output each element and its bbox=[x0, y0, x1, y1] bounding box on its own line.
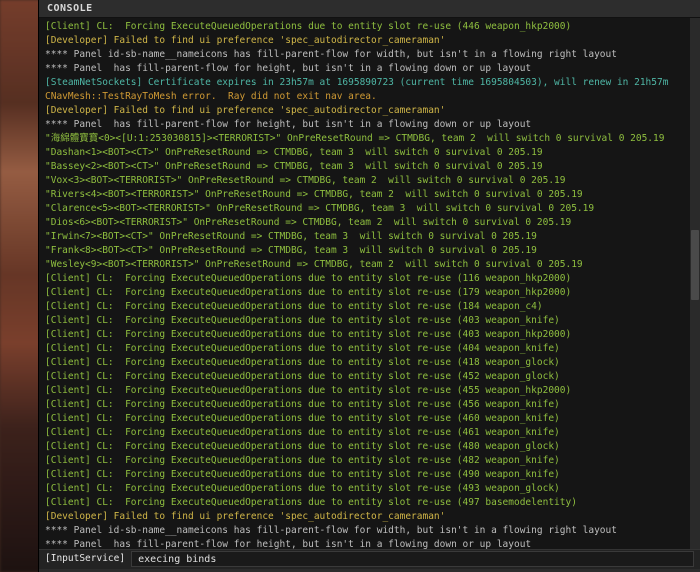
log-line: [Developer] Failed to find ui preference… bbox=[45, 34, 696, 48]
input-service-tag: [InputService] bbox=[45, 552, 125, 566]
console-log-area[interactable]: [Client] CL: Forcing ExecuteQueuedOperat… bbox=[39, 18, 700, 549]
log-line: [Client] CL: Forcing ExecuteQueuedOperat… bbox=[45, 342, 696, 356]
log-line: [Developer] Failed to find ui preference… bbox=[45, 104, 696, 118]
console-title-bar[interactable]: CONSOLE bbox=[39, 0, 700, 18]
log-line: [Client] CL: Forcing ExecuteQueuedOperat… bbox=[45, 356, 696, 370]
console-footer bbox=[39, 569, 700, 572]
log-line: "Irwin<7><BOT><CT>" OnPreResetRound => C… bbox=[45, 230, 696, 244]
log-line: "海綿體寶寶<0><[U:1:253030815]><TERRORIST>" O… bbox=[45, 132, 696, 146]
console-window: CONSOLE [Client] CL: Forcing ExecuteQueu… bbox=[38, 0, 700, 572]
log-line: [Client] CL: Forcing ExecuteQueuedOperat… bbox=[45, 300, 696, 314]
log-line: "Clarence<5><BOT><TERRORIST>" OnPreReset… bbox=[45, 202, 696, 216]
console-title: CONSOLE bbox=[47, 3, 93, 14]
log-line: "Wesley<9><BOT><TERRORIST>" OnPreResetRo… bbox=[45, 258, 696, 272]
log-line: [Client] CL: Forcing ExecuteQueuedOperat… bbox=[45, 370, 696, 384]
log-line: [Client] CL: Forcing ExecuteQueuedOperat… bbox=[45, 412, 696, 426]
background-strip bbox=[0, 0, 42, 572]
log-line: "Frank<8><BOT><CT>" OnPreResetRound => C… bbox=[45, 244, 696, 258]
log-line: [Developer] Failed to find ui preference… bbox=[45, 510, 696, 524]
log-line: "Vox<3><BOT><TERRORIST>" OnPreResetRound… bbox=[45, 174, 696, 188]
log-line: **** Panel has fill-parent-flow for heig… bbox=[45, 118, 696, 132]
log-line: [Client] CL: Forcing ExecuteQueuedOperat… bbox=[45, 482, 696, 496]
log-line: [Client] CL: Forcing ExecuteQueuedOperat… bbox=[45, 286, 696, 300]
log-line: [Client] CL: Forcing ExecuteQueuedOperat… bbox=[45, 328, 696, 342]
log-lines-container: [Client] CL: Forcing ExecuteQueuedOperat… bbox=[45, 20, 696, 549]
log-line: [Client] CL: Forcing ExecuteQueuedOperat… bbox=[45, 454, 696, 468]
log-line: **** Panel has fill-parent-flow for heig… bbox=[45, 538, 696, 549]
log-line: "Dashan<1><BOT><CT>" OnPreResetRound => … bbox=[45, 146, 696, 160]
console-command-input[interactable] bbox=[131, 551, 694, 567]
log-line: [Client] CL: Forcing ExecuteQueuedOperat… bbox=[45, 496, 696, 510]
log-line: "Bassey<2><BOT><CT>" OnPreResetRound => … bbox=[45, 160, 696, 174]
log-line: [Client] CL: Forcing ExecuteQueuedOperat… bbox=[45, 468, 696, 482]
log-line: **** Panel id-sb-name__nameicons has fil… bbox=[45, 48, 696, 62]
log-line: **** Panel has fill-parent-flow for heig… bbox=[45, 62, 696, 76]
log-line: [SteamNetSockets] Certificate expires in… bbox=[45, 76, 696, 90]
log-line: **** Panel id-sb-name__nameicons has fil… bbox=[45, 524, 696, 538]
log-line: [Client] CL: Forcing ExecuteQueuedOperat… bbox=[45, 272, 696, 286]
log-line: "Dios<6><BOT><TERRORIST>" OnPreResetRoun… bbox=[45, 216, 696, 230]
log-line: "Rivers<4><BOT><TERRORIST>" OnPreResetRo… bbox=[45, 188, 696, 202]
console-input-row: [InputService] bbox=[39, 549, 700, 568]
log-line: [Client] CL: Forcing ExecuteQueuedOperat… bbox=[45, 440, 696, 454]
log-line: CNavMesh::TestRayToMesh error. Ray did n… bbox=[45, 90, 696, 104]
log-line: [Client] CL: Forcing ExecuteQueuedOperat… bbox=[45, 398, 696, 412]
scrollbar-thumb[interactable] bbox=[691, 230, 699, 300]
log-line: [Client] CL: Forcing ExecuteQueuedOperat… bbox=[45, 426, 696, 440]
console-scrollbar[interactable] bbox=[690, 18, 700, 549]
log-line: [Client] CL: Forcing ExecuteQueuedOperat… bbox=[45, 314, 696, 328]
log-line: [Client] CL: Forcing ExecuteQueuedOperat… bbox=[45, 384, 696, 398]
log-line: [Client] CL: Forcing ExecuteQueuedOperat… bbox=[45, 20, 696, 34]
